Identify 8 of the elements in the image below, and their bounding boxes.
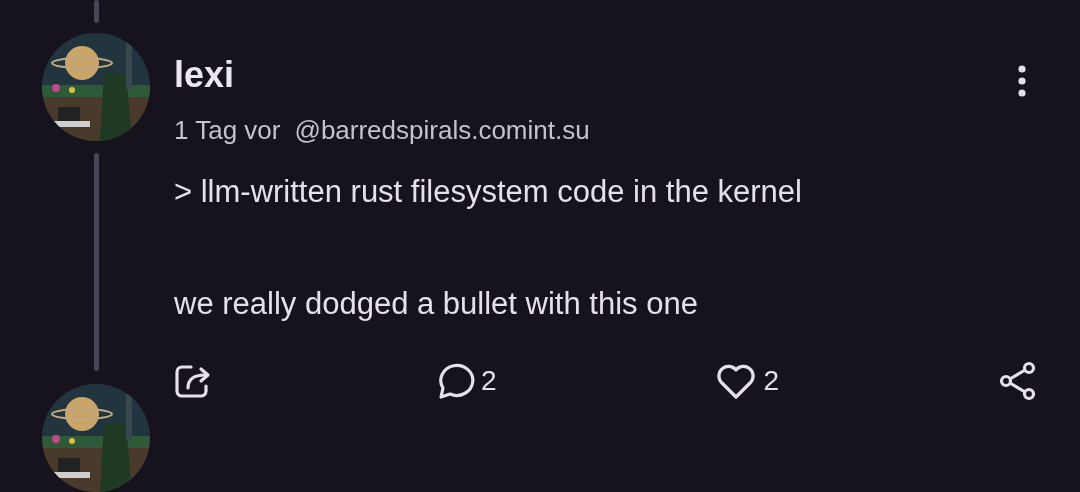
author-handle[interactable]: @barredspirals.comint.su <box>294 113 590 147</box>
post-text: we really dodged a bullet with this one <box>174 285 699 323</box>
thread-line <box>93 0 99 24</box>
share-icon[interactable] <box>997 361 1038 401</box>
post-time: 1 Tag vor <box>174 114 281 147</box>
author-name[interactable]: lexi <box>174 53 235 97</box>
post-text: > llm-written rust filesystem code in the kernel <box>174 173 803 211</box>
reply-button[interactable]: 2 <box>432 361 497 401</box>
